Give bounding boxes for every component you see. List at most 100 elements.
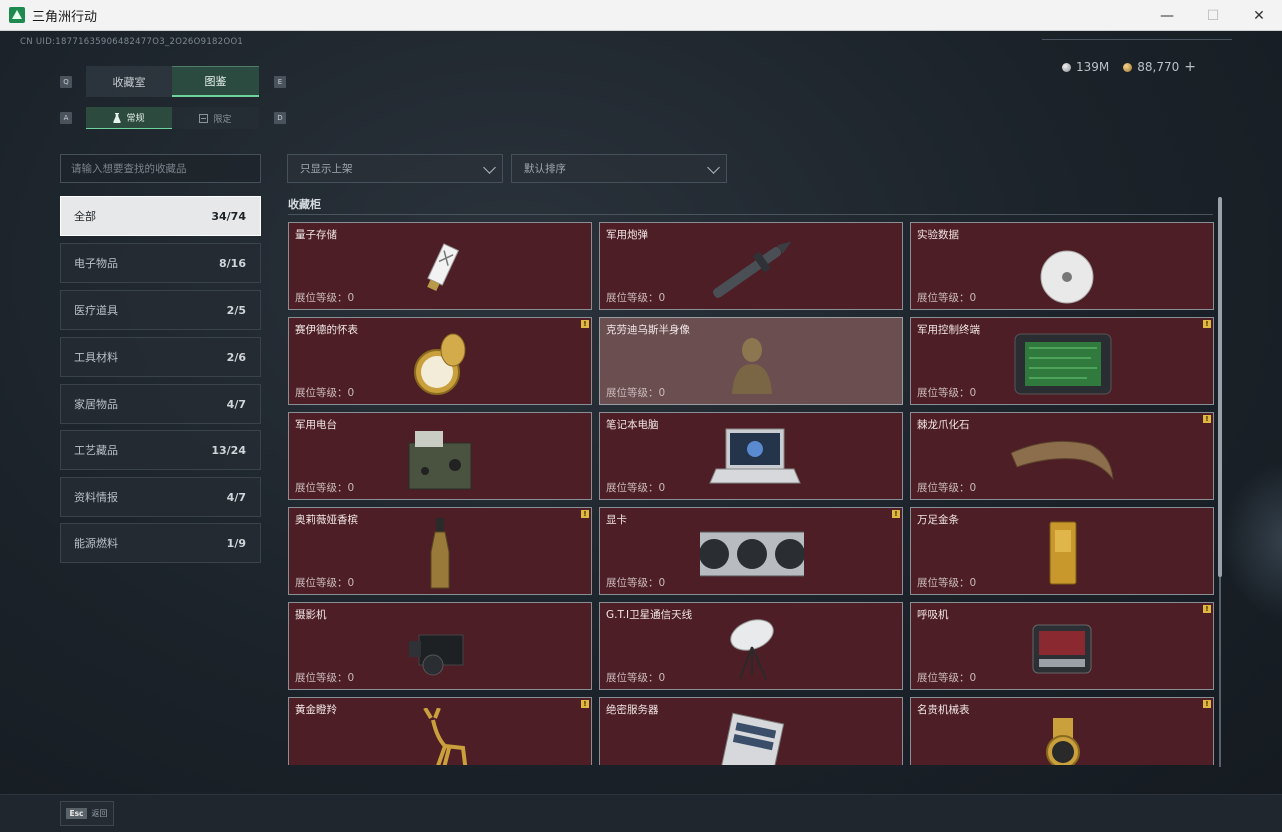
collection-card[interactable]: 呼吸机 ! 展位等级：0 — [910, 602, 1214, 690]
currency-gold-value: 88,770 — [1137, 60, 1180, 74]
item-level: 展位等级：0 — [917, 292, 977, 304]
shelf-filter-dropdown[interactable]: 只显示上架 — [287, 154, 503, 183]
collection-card[interactable]: 军用炮弹 展位等级：0 — [599, 222, 903, 310]
new-badge-icon: ! — [892, 510, 900, 518]
item-name: 笔记本电脑 — [606, 419, 659, 431]
subtab-limited[interactable]: 限定 — [172, 107, 259, 129]
category-label: 全部 — [74, 210, 96, 223]
bust-statue-icon — [732, 338, 772, 394]
item-name: 奥莉薇娅香槟 — [295, 514, 358, 526]
gold-coin-icon — [1123, 62, 1133, 72]
top-divider — [1042, 39, 1232, 43]
currency-bar: 139M 88,770 + — [1062, 59, 1196, 75]
artillery-shell-icon — [713, 241, 792, 298]
new-badge-icon: ! — [1203, 415, 1211, 423]
add-currency-button[interactable]: + — [1184, 59, 1196, 75]
key-hint-d: D — [274, 112, 286, 124]
video-camera-icon — [409, 634, 464, 676]
collection-card[interactable]: 名贵机械表 ! 展位等级：0 — [910, 697, 1214, 765]
new-badge-icon: ! — [1203, 320, 1211, 328]
item-name: 克劳迪乌斯半身像 — [606, 324, 690, 336]
collection-card[interactable]: G.T.I卫星通信天线 展位等级：0 — [599, 602, 903, 690]
collection-card[interactable]: 赛伊德的怀表 ! 展位等级：0 — [288, 317, 592, 405]
silver-coin-icon — [1062, 62, 1071, 72]
tab-catalog[interactable]: 图鉴 — [172, 66, 259, 97]
category-label: 医疗道具 — [74, 304, 118, 317]
section-divider — [288, 214, 1213, 215]
laptop-icon — [709, 428, 801, 484]
category-tools[interactable]: 工具材料 2/6 — [60, 337, 261, 377]
collection-grid: 量子存储 展位等级：0 军用炮弹 展位等级：0 实验数据 展位等级：0 赛伊德的… — [288, 222, 1214, 765]
search-input[interactable] — [60, 154, 261, 183]
minimize-button[interactable]: — — [1144, 0, 1190, 31]
collection-card[interactable]: 量子存储 展位等级：0 — [288, 222, 592, 310]
collection-card[interactable]: 克劳迪乌斯半身像 展位等级：0 — [599, 317, 903, 405]
category-household[interactable]: 家居物品 4/7 — [60, 384, 261, 424]
collection-card[interactable]: 军用电台 展位等级：0 — [288, 412, 592, 500]
category-label: 工具材料 — [74, 351, 118, 364]
category-energy[interactable]: 能源燃料 1/9 — [60, 523, 261, 563]
flask-icon — [113, 112, 122, 123]
item-name: 棘龙爪化石 — [917, 419, 970, 431]
item-level: 展位等级：0 — [606, 672, 666, 684]
chevron-down-icon — [483, 161, 496, 174]
item-name: 摄影机 — [295, 609, 327, 621]
luxury-watch-icon — [1046, 718, 1080, 765]
gold-bar-icon — [1049, 521, 1077, 585]
maximize-button[interactable]: ☐ — [1190, 0, 1236, 31]
category-medical[interactable]: 医疗道具 2/5 — [60, 290, 261, 330]
item-name: 军用炮弹 — [606, 229, 648, 241]
chevron-down-icon — [707, 161, 720, 174]
item-level: 展位等级：0 — [606, 482, 666, 494]
item-level: 展位等级：0 — [295, 387, 355, 399]
server-icon — [720, 712, 785, 765]
item-name: 绝密服务器 — [606, 704, 659, 716]
window-titlebar: 三角洲行动 — ☐ ✕ — [0, 0, 1282, 31]
collection-card[interactable]: 实验数据 展位等级：0 — [910, 222, 1214, 310]
claw-fossil-icon — [1011, 440, 1114, 481]
item-name: 军用控制终端 — [917, 324, 980, 336]
collection-card[interactable]: 万足金条 展位等级：0 — [910, 507, 1214, 595]
close-button[interactable]: ✕ — [1236, 0, 1282, 31]
collection-card[interactable]: 显卡 ! 展位等级：0 — [599, 507, 903, 595]
tab-collection-room[interactable]: 收藏室 — [86, 66, 172, 97]
new-badge-icon: ! — [581, 510, 589, 518]
item-level: 展位等级：0 — [295, 672, 355, 684]
currency-silver-value: 139M — [1076, 60, 1110, 74]
item-level: 展位等级：0 — [606, 577, 666, 589]
back-button[interactable]: Esc 返回 — [60, 801, 114, 826]
item-name: 实验数据 — [917, 229, 959, 241]
category-electronics[interactable]: 电子物品 8/16 — [60, 243, 261, 283]
collection-card[interactable]: 黄金瞪羚 ! 展位等级：0 — [288, 697, 592, 765]
category-label: 家居物品 — [74, 398, 118, 411]
military-radio-icon — [408, 431, 472, 490]
category-all[interactable]: 全部 34/74 — [60, 196, 261, 236]
item-name: 呼吸机 — [917, 609, 949, 621]
collection-card[interactable]: 奥莉薇娅香槟 ! 展位等级：0 — [288, 507, 592, 595]
category-label: 电子物品 — [74, 257, 118, 270]
usb-drive-icon — [427, 243, 460, 292]
new-badge-icon: ! — [1203, 605, 1211, 613]
background-glow — [1222, 461, 1282, 621]
item-level: 展位等级：0 — [606, 292, 666, 304]
disc-icon — [1040, 250, 1094, 304]
category-crafts[interactable]: 工艺藏品 13/24 — [60, 430, 261, 470]
collection-card[interactable]: 摄影机 展位等级：0 — [288, 602, 592, 690]
sort-dropdown[interactable]: 默认排序 — [511, 154, 727, 183]
key-hint-q: Q — [60, 76, 72, 88]
new-badge-icon: ! — [581, 320, 589, 328]
item-name: G.T.I卫星通信天线 — [606, 609, 693, 621]
item-level: 展位等级：0 — [917, 387, 977, 399]
collection-card[interactable]: 棘龙爪化石 ! 展位等级：0 — [910, 412, 1214, 500]
collection-card[interactable]: 笔记本电脑 展位等级：0 — [599, 412, 903, 500]
footer-bar: Esc 返回 — [0, 794, 1282, 832]
category-count: 13/24 — [211, 443, 246, 457]
window-title: 三角洲行动 — [32, 9, 98, 25]
collection-card[interactable]: 绝密服务器 展位等级：0 — [599, 697, 903, 765]
champagne-bottle-icon — [430, 518, 450, 589]
collection-card[interactable]: 军用控制终端 ! 展位等级：0 — [910, 317, 1214, 405]
item-level: 展位等级：0 — [606, 387, 666, 399]
subtab-regular[interactable]: 常规 — [86, 107, 172, 129]
shelf-filter-value: 只显示上架 — [300, 163, 353, 175]
category-intel[interactable]: 资料情报 4/7 — [60, 477, 261, 517]
